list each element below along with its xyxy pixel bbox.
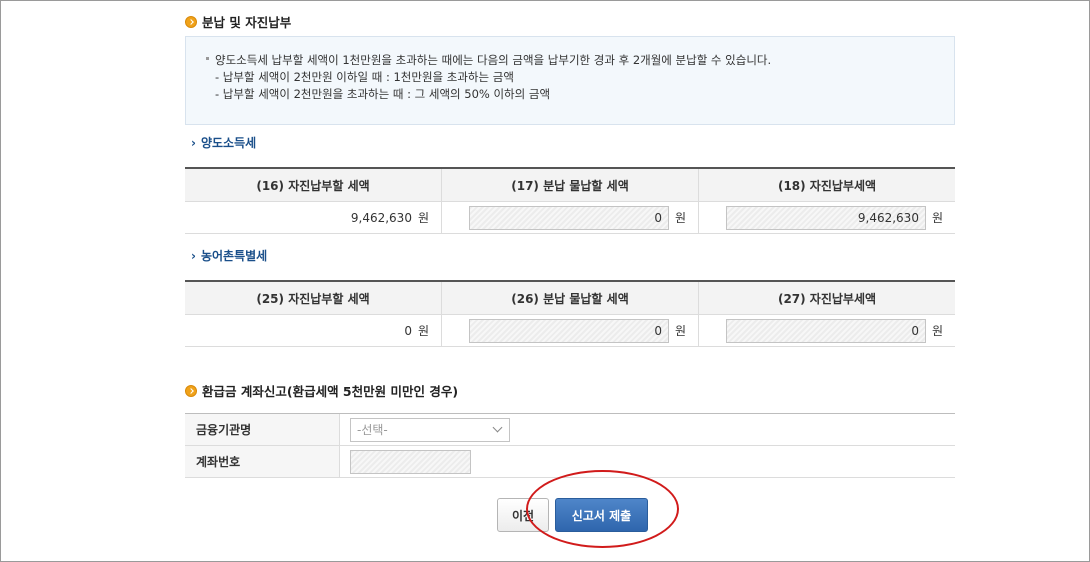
account-number-input[interactable] — [350, 449, 471, 474]
chevron-right-icon: › — [191, 248, 196, 263]
info-line: - 납부할 세액이 2천만원을 초과하는 때 : 그 세액의 50% 이하의 금… — [215, 87, 551, 101]
self-payment-amount: 9,462,630 — [350, 210, 412, 225]
installment-amount-cell: 0 원 — [442, 315, 699, 346]
column-header: (27) 자진납부세액 — [777, 291, 877, 306]
form-row: 계좌번호 — [185, 446, 955, 478]
unit-label: 원 — [674, 211, 686, 225]
self-payment-tax-cell: 9,462,630 원 — [699, 202, 955, 233]
installment-amount-field: 0 — [468, 205, 669, 230]
bank-name-label: 금융기관명 — [185, 414, 340, 445]
column-header: (17) 분납 물납할 세액 — [442, 169, 699, 201]
table-row: 9,462,630 원 0 원 9,462,630 원 — [185, 202, 955, 234]
unit-label: 원 — [674, 324, 686, 338]
bank-select[interactable]: -선택- — [350, 417, 510, 442]
account-number-cell — [340, 446, 955, 477]
transfer-tax-title: › 양도소득세 — [191, 135, 257, 151]
info-line: 양도소득세 납부할 세액이 1천만원을 초과하는 때에는 다음의 금액을 납부기… — [206, 52, 954, 69]
account-number-label: 계좌번호 — [185, 446, 340, 477]
installment-amount-cell: 0 원 — [442, 202, 699, 233]
column-header: (18) 자진납부세액 — [777, 178, 877, 193]
form-row: 금융기관명 -선택- — [185, 414, 955, 446]
arrow-bullet-icon — [185, 384, 197, 397]
refund-account-form: 금융기관명 -선택- 계좌번호 — [185, 413, 955, 478]
installment-amount-field: 0 — [468, 318, 669, 343]
column-header: (26) 분납 물납할 세액 — [442, 282, 699, 314]
column-header: (25) 자진납부할 세액 — [185, 282, 442, 314]
self-payment-tax-field: 9,462,630 — [725, 205, 926, 230]
info-line: - 납부할 세액이 2천만원 이하일 때 : 1천만원을 초과하는 금액 — [215, 70, 514, 84]
self-payment-amount-cell: 9,462,630 원 — [185, 202, 442, 233]
self-payment-tax-cell: 0 원 — [699, 315, 955, 346]
unit-label: 원 — [417, 324, 429, 338]
unit-label: 원 — [931, 211, 943, 225]
rural-tax-title: › 농어촌특별세 — [191, 248, 268, 264]
refund-section-title: 환급금 계좌신고(환급세액 5천만원 미만인 경우) — [185, 381, 458, 400]
table-row: 0 원 0 원 0 원 — [185, 315, 955, 347]
prev-button[interactable]: 이전 — [497, 498, 549, 532]
chevron-down-icon — [492, 422, 503, 433]
installment-section-title: 분납 및 자진납부 — [185, 12, 291, 31]
bank-name-cell: -선택- — [340, 414, 955, 445]
self-payment-tax-field: 0 — [725, 318, 926, 343]
table-header-row: (16) 자진납부할 세액 (17) 분납 물납할 세액 (18) 자진납부세액 — [185, 169, 955, 202]
column-header: (16) 자진납부할 세액 — [185, 169, 442, 201]
rural-tax-table: (25) 자진납부할 세액 (26) 분납 물납할 세액 (27) 자진납부세액… — [185, 280, 955, 347]
table-header-row: (25) 자진납부할 세액 (26) 분납 물납할 세액 (27) 자진납부세액 — [185, 282, 955, 315]
unit-label: 원 — [931, 324, 943, 338]
bank-select-value: -선택- — [357, 423, 388, 437]
installment-info-box: 양도소득세 납부할 세액이 1천만원을 초과하는 때에는 다음의 금액을 납부기… — [185, 36, 955, 125]
unit-label: 원 — [417, 211, 429, 225]
chevron-right-icon: › — [191, 135, 196, 150]
self-payment-amount-cell: 0 원 — [185, 315, 442, 346]
arrow-bullet-icon — [185, 15, 197, 28]
transfer-tax-table: (16) 자진납부할 세액 (17) 분납 물납할 세액 (18) 자진납부세액… — [185, 167, 955, 234]
self-payment-amount: 0 — [404, 323, 412, 338]
submit-return-button[interactable]: 신고서 제출 — [555, 498, 648, 532]
